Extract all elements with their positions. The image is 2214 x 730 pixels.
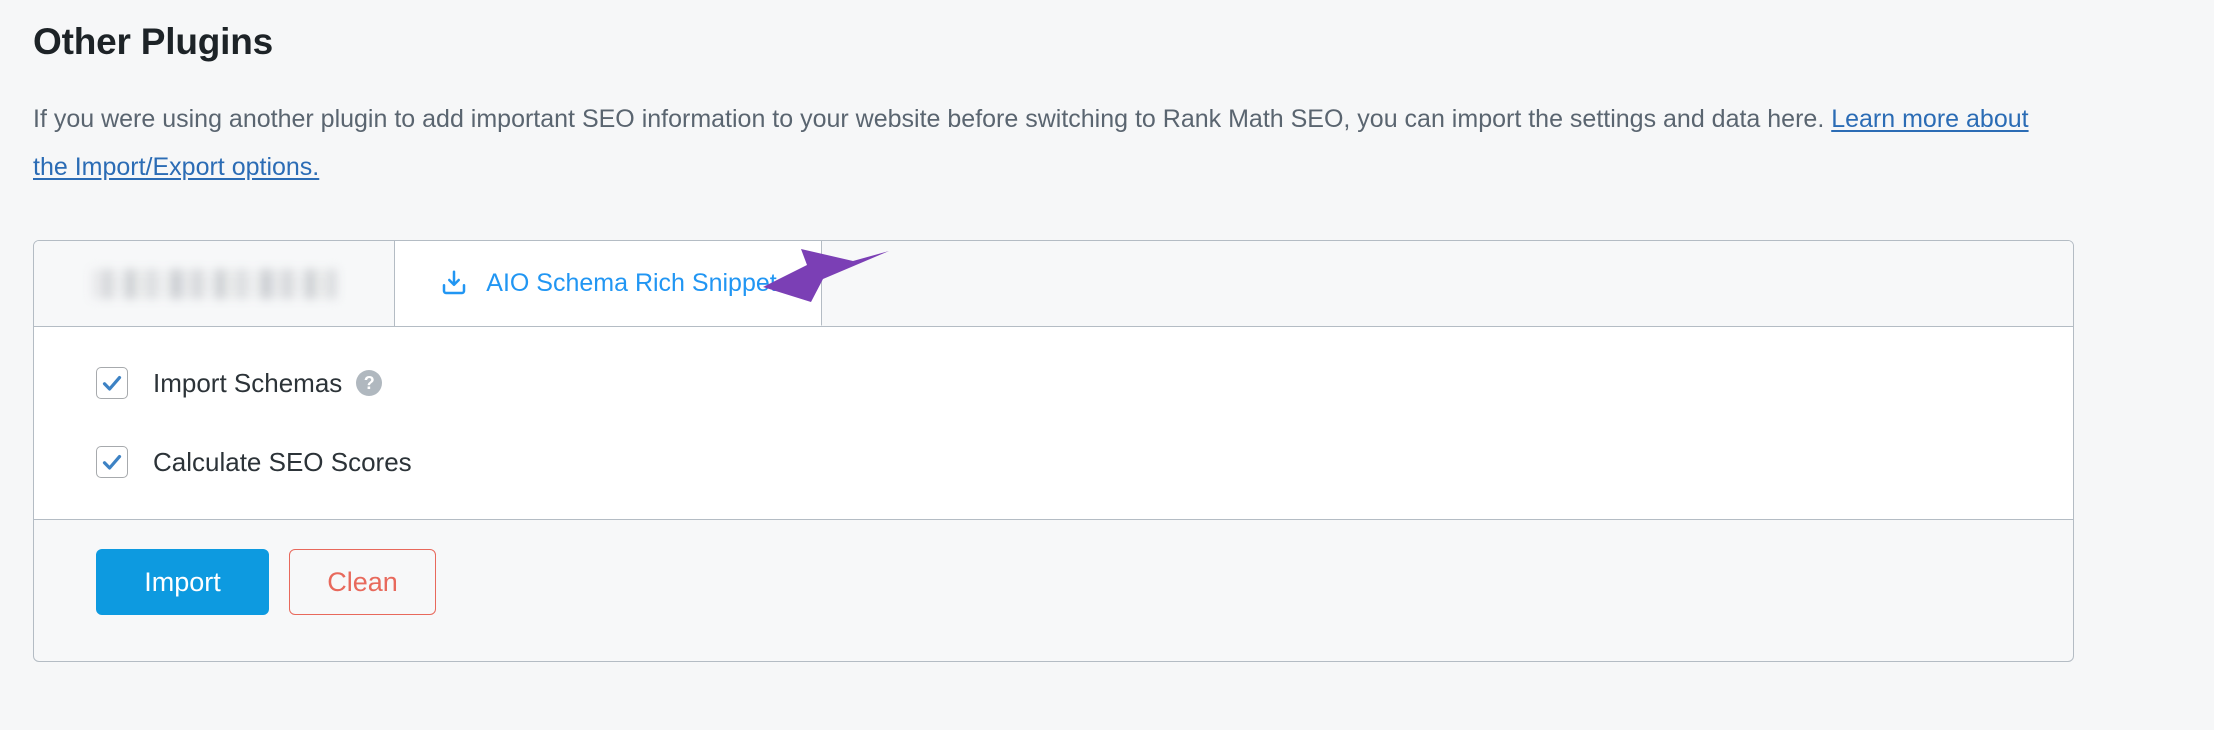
tab-aio-schema-rich-snippet[interactable]: AIO Schema Rich Snippet — [395, 241, 822, 326]
other-plugins-section: Other Plugins If you were using another … — [0, 0, 2214, 730]
checkbox-calculate-seo-scores[interactable] — [96, 446, 128, 478]
import-button[interactable]: Import — [96, 549, 269, 615]
label-calculate-seo-scores: Calculate SEO Scores — [153, 446, 412, 477]
section-description: If you were using another plugin to add … — [33, 95, 2063, 191]
tab-label-aio-schema-rich-snippet: AIO Schema Rich Snippet — [486, 268, 777, 297]
option-row-import-schemas: Import Schemas ? — [34, 360, 2073, 406]
label-import-schemas: Import Schemas — [153, 367, 343, 398]
tab-strip-filler — [822, 241, 2073, 326]
importer-tab-strip: AIO Schema Rich Snippet — [34, 241, 2073, 327]
section-description-text: If you were using another plugin to add … — [33, 105, 1832, 133]
importer-footer: Import Clean — [34, 520, 2073, 629]
importer-options: Import Schemas ? Calculate SEO Scores — [34, 327, 2073, 520]
tab-inner — [91, 268, 337, 299]
checkbox-import-schemas[interactable] — [96, 367, 128, 399]
redacted-tab-label-blur — [91, 268, 337, 299]
import-download-icon — [439, 268, 469, 298]
page-title: Other Plugins — [33, 21, 273, 62]
tab-inner: AIO Schema Rich Snippet — [439, 268, 777, 298]
importer-panel: AIO Schema Rich Snippet Import Schemas ? — [33, 240, 2074, 662]
sidebar-item-redacted-plugin-tab[interactable] — [34, 241, 395, 326]
clean-button[interactable]: Clean — [289, 549, 436, 615]
help-icon[interactable]: ? — [356, 370, 383, 396]
option-row-calculate-seo-scores: Calculate SEO Scores — [34, 439, 2073, 485]
